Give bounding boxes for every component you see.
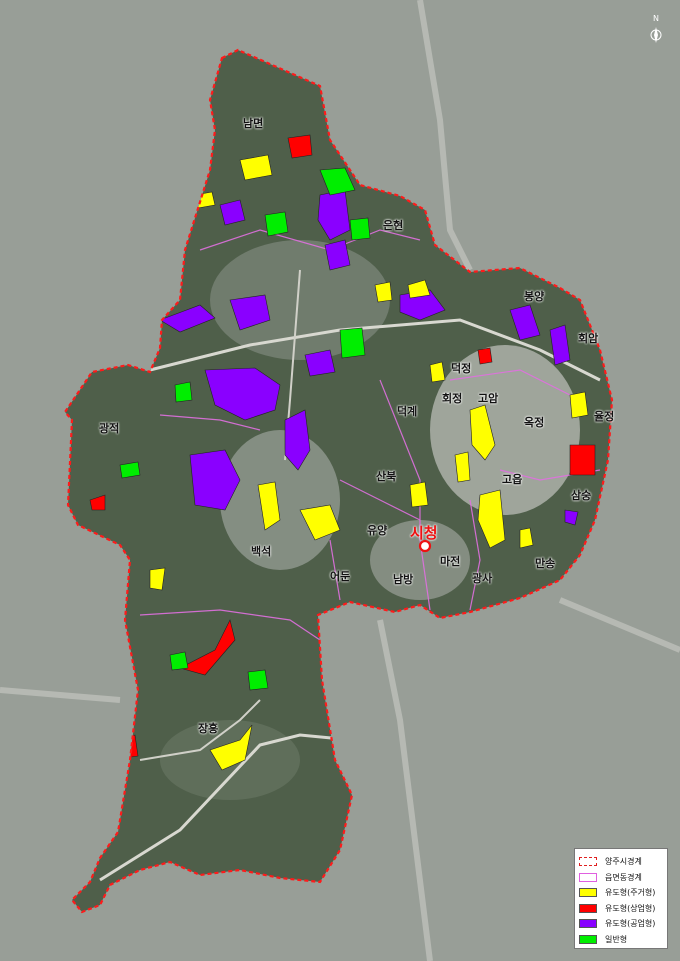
district-label: 광적 xyxy=(99,422,120,435)
district-label: 산북 xyxy=(376,470,397,483)
district-label: 덕정 xyxy=(451,362,472,375)
district-label: 마전 xyxy=(440,555,461,568)
legend-item: 양주시경계 xyxy=(579,854,663,870)
district-label: 삼숭 xyxy=(571,489,592,502)
map-canvas[interactable]: N 남면 은현 봉양 회암 덕정 회정 고암 율정 광적 덕계 옥정 산북 고읍… xyxy=(0,0,680,961)
district-label: 장흥 xyxy=(198,722,219,735)
legend-item: 일반형 xyxy=(579,932,663,948)
district-label: 광사 xyxy=(472,572,493,585)
map-svg xyxy=(0,0,680,961)
district-label: 어둔 xyxy=(330,570,351,583)
district-label: 율정 xyxy=(594,410,615,423)
legend-swatch-city-boundary xyxy=(579,857,597,867)
legend-swatch-residential xyxy=(579,888,597,898)
district-label: 덕계 xyxy=(397,405,418,418)
district-label: 남방 xyxy=(393,573,414,586)
district-label: 고암 xyxy=(478,392,499,405)
legend-swatch-district-boundary xyxy=(579,872,597,882)
legend-item: 유도형(공업형) xyxy=(579,916,663,932)
city-hall-label: 시청 xyxy=(410,524,438,542)
legend-item: 유도형(주거형) xyxy=(579,885,663,901)
district-label: 옥정 xyxy=(524,416,545,429)
legend-item: 유도형(상업형) xyxy=(579,901,663,917)
legend-swatch-general xyxy=(579,934,597,944)
district-label: 봉양 xyxy=(524,290,545,303)
district-label: 회암 xyxy=(578,332,599,345)
legend-item: 읍면동경계 xyxy=(579,870,663,886)
legend-swatch-industrial xyxy=(579,919,597,929)
legend-swatch-commercial xyxy=(579,903,597,913)
district-label: 남면 xyxy=(243,117,264,130)
district-label: 백석 xyxy=(251,545,272,558)
district-label: 회정 xyxy=(442,392,463,405)
district-label: 고읍 xyxy=(502,473,523,486)
district-label: 만송 xyxy=(535,557,556,570)
district-label: 유양 xyxy=(367,524,388,537)
north-label: N xyxy=(653,14,659,23)
district-label: 은현 xyxy=(383,219,404,232)
legend: 양주시경계 읍면동경계 유도형(주거형) 유도형(상업형) 유도형(공업형) 일… xyxy=(574,848,668,949)
